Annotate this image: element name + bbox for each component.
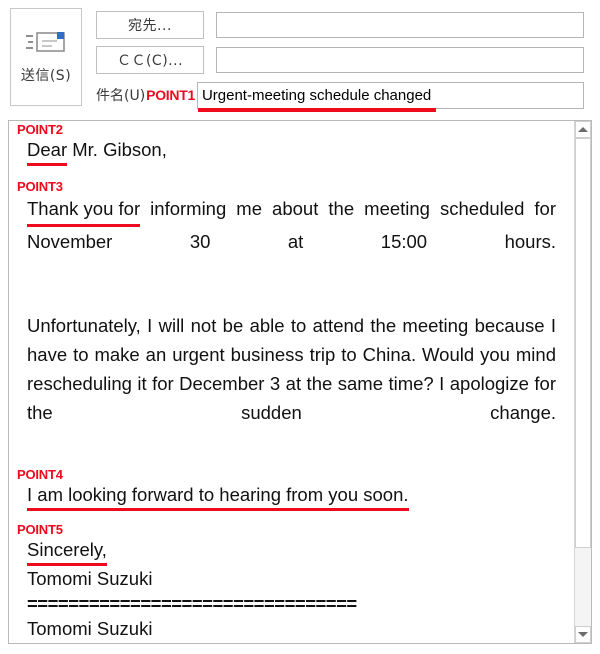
scroll-down-button[interactable] xyxy=(575,626,591,643)
subject-row: 件名(U) POINT1 xyxy=(96,77,592,113)
subject-field-wrapper xyxy=(196,81,584,112)
compose-header: 送信(S) 宛先... ＣＣ(C)... 件名(U) POINT1 xyxy=(0,0,600,118)
subject-red-underline xyxy=(197,107,436,112)
greeting-underlined: Dear xyxy=(27,137,68,166)
cc-row: ＣＣ(C)... xyxy=(96,43,592,77)
signature-divider: ================================ xyxy=(27,593,357,614)
paragraph-one-underlined: Thank you for xyxy=(27,194,141,227)
point2-tag: POINT2 xyxy=(17,122,63,137)
closing-request-underlined: I am looking forward to hearing from you… xyxy=(27,482,409,511)
recipient-fields: 宛先... ＣＣ(C)... 件名(U) POINT1 xyxy=(96,8,592,113)
triangle-up-icon xyxy=(578,127,588,132)
point1-tag: POINT1 xyxy=(146,87,195,103)
point5-tag: POINT5 xyxy=(17,522,63,537)
envelope-send-icon xyxy=(26,29,66,55)
message-body-panel: POINT2 Dear Mr. Gibson, POINT3 Thank you… xyxy=(8,120,592,644)
to-row: 宛先... xyxy=(96,8,592,42)
send-button[interactable]: 送信(S) xyxy=(10,8,82,106)
body-scrollbar[interactable] xyxy=(574,121,591,643)
signature-email-line: suzuki@english.cheerup.jp xyxy=(13,641,570,643)
cc-button[interactable]: ＣＣ(C)... xyxy=(96,46,204,74)
to-input[interactable] xyxy=(216,12,584,38)
sign-off-underlined: Sincerely, xyxy=(27,537,107,566)
subject-label: 件名(U) xyxy=(96,88,146,104)
to-button[interactable]: 宛先... xyxy=(96,11,204,39)
closing-request-line: I am looking forward to hearing from you… xyxy=(13,482,570,511)
paragraph-two: Unfortunately, I will not be able to att… xyxy=(27,315,556,423)
scrollbar-track[interactable] xyxy=(575,138,591,626)
message-body-text[interactable]: POINT2 Dear Mr. Gibson, POINT3 Thank you… xyxy=(9,121,574,643)
greeting-rest: Mr. Gibson, xyxy=(67,139,167,160)
subject-input[interactable] xyxy=(196,81,584,109)
greeting-line: Dear Mr. Gibson, xyxy=(13,137,570,166)
scrollbar-thumb[interactable] xyxy=(575,138,591,548)
signature-name: Tomomi Suzuki xyxy=(27,618,153,639)
scroll-up-button[interactable] xyxy=(575,121,591,138)
send-button-label: 送信(S) xyxy=(20,68,72,84)
triangle-down-icon xyxy=(578,632,588,637)
point4-tag: POINT4 xyxy=(17,467,63,482)
paragraph-one: Thank you for informing me about the mee… xyxy=(13,194,570,285)
cc-input[interactable] xyxy=(216,47,584,73)
point3-tag: POINT3 xyxy=(17,179,63,194)
sender-name-line: Tomomi Suzuki xyxy=(27,568,153,589)
sign-off-line: Sincerely, xyxy=(13,537,570,566)
